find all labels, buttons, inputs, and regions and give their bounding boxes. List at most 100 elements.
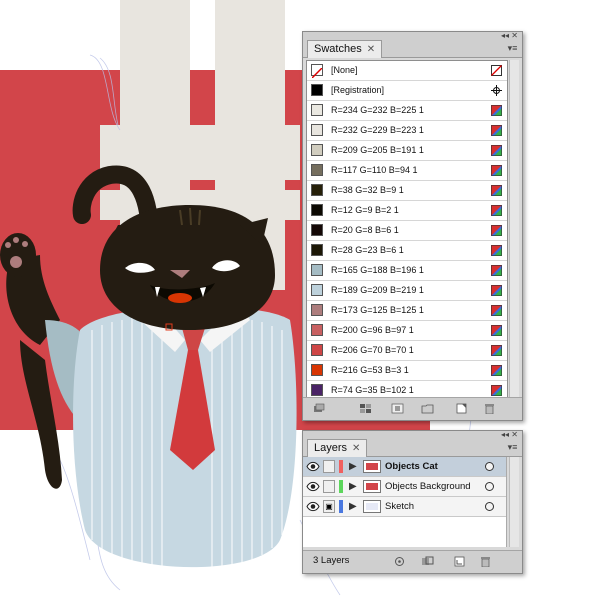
expand-triangle-icon[interactable]: ▶ [349,500,359,513]
swatch-chip [311,184,323,196]
swatch-options-icon[interactable] [391,403,404,414]
lock-toggle-empty[interactable] [323,480,335,493]
rgb-color-mode-icon [491,265,502,276]
visibility-eye-icon[interactable] [306,500,320,513]
swatch-row[interactable]: [Registration] [307,81,507,101]
swatch-row[interactable]: R=20 G=8 B=6 1 [307,221,507,241]
swatches-panel-titlebar[interactable]: ◂◂ ✕ [303,31,522,40]
tab-close-icon[interactable]: ✕ [352,443,360,454]
visibility-eye-icon[interactable] [306,460,320,473]
swatch-name: R=216 G=53 B=3 1 [331,365,409,375]
layer-row[interactable]: ▶ Objects Background [303,477,506,497]
swatch-chip [311,204,323,216]
locate-object-icon[interactable] [393,556,406,567]
rgb-color-mode-icon [491,185,502,196]
swatch-name: R=206 G=70 B=70 1 [331,345,414,355]
no-color-icon [491,65,502,76]
layer-target-circle[interactable] [485,482,494,491]
tab-swatches[interactable]: Swatches ✕ [307,40,383,58]
delete-swatch-icon[interactable] [483,403,496,414]
layer-thumbnail-swatch [366,503,378,510]
swatch-chip [311,144,323,156]
rgb-color-mode-icon [491,285,502,296]
swatch-row[interactable]: R=216 G=53 B=3 1 [307,361,507,381]
make-clipping-mask-icon[interactable] [421,556,434,567]
layer-list[interactable]: ▶ Objects Cat ▶ Objects Background ▣ ▶ Sketch [303,457,507,547]
swatch-chip [311,244,323,256]
expand-triangle-icon[interactable]: ▶ [349,460,359,473]
new-swatch-icon[interactable] [455,403,468,414]
layer-count-label: 3 Layers [313,555,350,566]
rgb-color-mode-icon [491,125,502,136]
swatch-name: R=232 G=229 B=223 1 [331,125,424,135]
tab-layers[interactable]: Layers ✕ [307,439,368,457]
registration-icon [491,85,502,96]
new-color-group-icon[interactable] [421,403,434,414]
layer-target-circle[interactable] [485,462,494,471]
swatch-row[interactable]: R=28 G=23 B=6 1 [307,241,507,261]
swatch-libraries-icon[interactable] [313,403,326,414]
swatch-name: R=12 G=9 B=2 1 [331,205,399,215]
rgb-color-mode-icon [491,225,502,236]
swatch-name: R=200 G=96 B=97 1 [331,325,414,335]
layer-target-circle[interactable] [485,502,494,511]
rgb-color-mode-icon [491,305,502,316]
swatch-row[interactable]: R=117 G=110 B=94 1 [307,161,507,181]
swatch-name: R=20 G=8 B=6 1 [331,225,399,235]
swatch-chip [311,64,323,79]
cat-tongue [168,293,192,303]
swatch-row[interactable]: R=38 G=32 B=9 1 [307,181,507,201]
swatch-chip [311,304,323,316]
swatch-chip [311,264,323,276]
layers-tab-bar: Layers ✕ ▾≡ [303,439,522,457]
swatch-name: [Registration] [331,85,385,95]
swatch-chip [311,284,323,296]
swatch-row[interactable]: R=206 G=70 B=70 1 [307,341,507,361]
layer-thumbnail [363,460,381,473]
swatch-name: R=117 G=110 B=94 1 [331,165,418,175]
swatch-row[interactable]: R=200 G=96 B=97 1 [307,321,507,341]
new-sublayer-icon[interactable] [453,556,466,567]
swatch-row[interactable]: R=189 G=209 B=219 1 [307,281,507,301]
swatch-row[interactable]: [None] [307,61,507,81]
lock-toggle-empty[interactable] [323,460,335,473]
layer-list-scrollbar[interactable] [509,457,519,547]
layer-thumbnail [363,500,381,513]
rgb-color-mode-icon [491,105,502,116]
rgb-color-mode-icon [491,365,502,376]
swatch-name: R=173 G=125 B=125 1 [331,305,424,315]
lock-icon[interactable]: ▣ [323,500,335,513]
paw-pad-toe-3 [22,241,28,247]
swatch-list[interactable]: [None] [Registration] R=234 G=232 B=225 1 R… [306,60,508,401]
layer-row[interactable]: ▣ ▶ Sketch [303,497,506,517]
layers-panel-titlebar[interactable]: ◂◂ ✕ [303,430,522,439]
swatch-row[interactable]: R=173 G=125 B=125 1 [307,301,507,321]
swatch-row[interactable]: R=209 G=205 B=191 1 [307,141,507,161]
swatch-name: R=189 G=209 B=219 1 [331,285,424,295]
swatch-chip [311,224,323,236]
swatch-chip [311,84,323,96]
options-menu-icon[interactable]: ▾≡ [506,42,519,54]
layer-row[interactable]: ▶ Objects Cat [303,457,506,477]
layer-thumbnail [363,480,381,493]
tab-close-icon[interactable]: ✕ [367,44,375,55]
show-kinds-icon[interactable] [359,403,372,414]
layer-name: Objects Background [385,481,471,492]
swatch-row[interactable]: R=165 G=188 B=196 1 [307,261,507,281]
swatch-name: R=234 G=232 B=225 1 [331,105,424,115]
tab-layers-label: Layers [314,442,348,454]
rgb-color-mode-icon [491,345,502,356]
rgb-color-mode-icon [491,205,502,216]
swatch-row[interactable]: R=232 G=229 B=223 1 [307,121,507,141]
swatch-list-scrollbar[interactable] [509,60,519,399]
rgb-color-mode-icon [491,385,502,396]
expand-triangle-icon[interactable]: ▶ [349,480,359,493]
visibility-eye-icon[interactable] [306,480,320,493]
delete-layer-icon[interactable] [479,556,492,567]
swatch-row[interactable]: R=12 G=9 B=2 1 [307,201,507,221]
layers-panel: ◂◂ ✕ Layers ✕ ▾≡ ▶ Objects Cat ▶ Objects Bac… [302,430,523,574]
layers-options-menu-icon[interactable]: ▾≡ [506,441,519,453]
layer-color-indicator [339,460,343,473]
swatch-row[interactable]: R=234 G=232 B=225 1 [307,101,507,121]
layers-bottom-toolbar: 3 Layers [303,550,522,573]
